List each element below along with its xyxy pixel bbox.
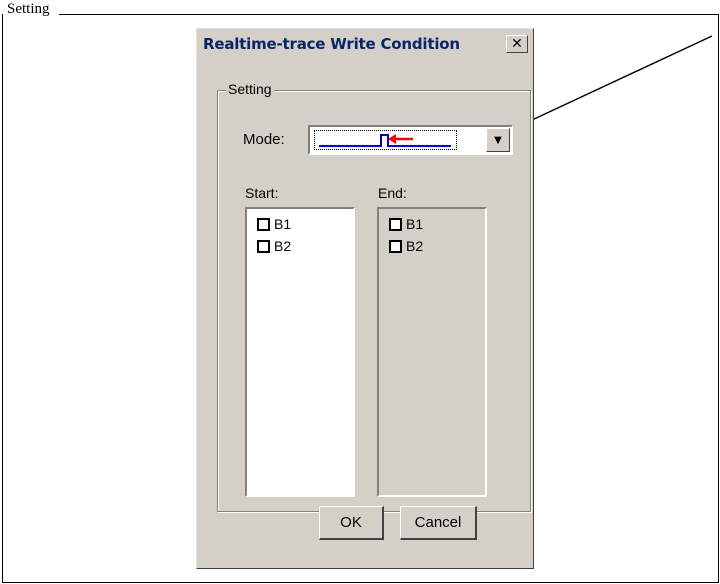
start-b1-label: B1: [274, 216, 292, 232]
close-icon: ✕: [511, 36, 523, 52]
end-b1-label: B1: [406, 216, 424, 232]
document-caption: Setting: [7, 1, 50, 17]
start-b1-checkbox[interactable]: [257, 217, 270, 231]
frame-top-line: [59, 14, 718, 15]
end-item-b2[interactable]: B2: [389, 237, 423, 255]
end-b1-checkbox[interactable]: [389, 217, 402, 231]
start-b2-checkbox[interactable]: [257, 239, 270, 253]
setting-groupbox: Setting Mode: ▼ Start: End: B1 B2 B1 B2: [217, 81, 531, 512]
trace-waveform-icon: [319, 134, 451, 147]
mode-label: Mode:: [243, 131, 285, 148]
end-b2-checkbox[interactable]: [389, 239, 402, 253]
write-condition-dialog: Realtime-trace Write Condition ✕ Setting…: [196, 28, 534, 569]
dialog-title: Realtime-trace Write Condition: [203, 35, 460, 53]
dialog-titlebar[interactable]: Realtime-trace Write Condition ✕: [198, 30, 532, 58]
mode-selected-value: [314, 130, 457, 150]
setting-group-label: Setting: [226, 81, 274, 97]
close-button[interactable]: ✕: [506, 35, 528, 53]
start-listbox[interactable]: B1 B2: [245, 207, 355, 497]
cancel-button[interactable]: Cancel: [400, 506, 477, 540]
mode-select[interactable]: ▼: [308, 125, 513, 155]
start-item-b2[interactable]: B2: [257, 237, 291, 255]
chevron-down-icon: ▼: [494, 134, 502, 146]
end-b2-label: B2: [406, 238, 424, 254]
end-label: End:: [378, 185, 407, 201]
start-label: Start:: [245, 185, 279, 201]
end-item-b1[interactable]: B1: [389, 215, 423, 233]
mode-dropdown-button[interactable]: ▼: [486, 128, 510, 152]
start-b2-label: B2: [274, 238, 292, 254]
ok-button[interactable]: OK: [319, 506, 384, 540]
end-listbox[interactable]: B1 B2: [377, 207, 487, 497]
start-item-b1[interactable]: B1: [257, 215, 291, 233]
